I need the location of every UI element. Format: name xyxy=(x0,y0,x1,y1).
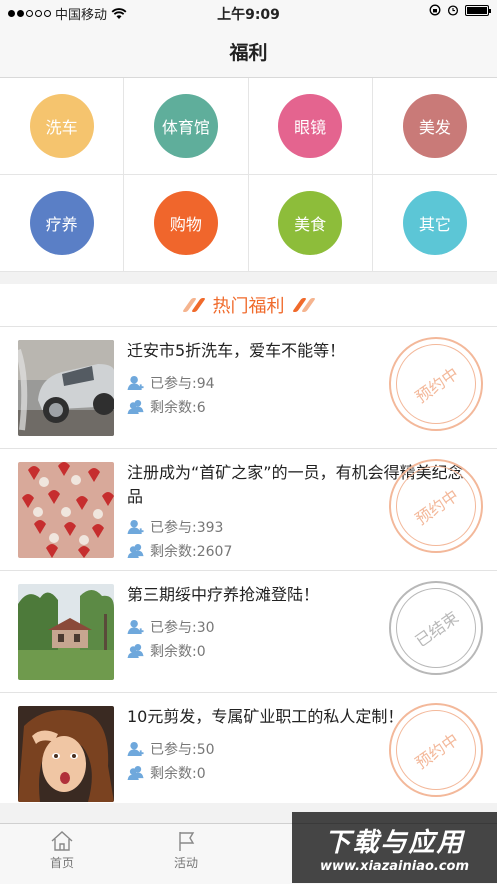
alarm-icon xyxy=(447,5,459,16)
remaining-count: 剩余数:0 xyxy=(127,641,206,661)
category-circle: 购物 xyxy=(153,191,218,255)
category-sanatorium[interactable]: 疗养 xyxy=(0,175,125,272)
status-bar: 中国移动 上午9:09 xyxy=(0,0,497,25)
list-item[interactable]: 迁安市5折洗车，爱车不能等！ 已参与:94 剩余数:6 预约中 xyxy=(0,327,497,449)
remaining-count: 剩余数:0 xyxy=(127,763,206,783)
user-plus-icon xyxy=(127,741,144,757)
rotation-lock-icon xyxy=(429,4,441,16)
status-text: 预约中 xyxy=(411,485,462,529)
category-circle: 眼镜 xyxy=(278,94,343,158)
gift-boxes-thumbnail xyxy=(18,462,114,558)
category-circle: 美发 xyxy=(402,94,467,158)
hot-section-header: 热门福利 xyxy=(0,284,497,327)
user-plus-icon xyxy=(127,519,144,535)
status-stamp: 已结束 xyxy=(389,581,483,675)
sanatorium-thumbnail xyxy=(18,584,114,680)
list-item[interactable]: 注册成为“首矿之家”的一员，有机会得精美纪念品 已参与:393 剩余数:2607… xyxy=(0,449,497,571)
joined-count: 已参与:94 xyxy=(127,373,215,393)
category-label: 美发 xyxy=(418,118,451,137)
remaining-count: 剩余数:6 xyxy=(127,397,206,417)
category-car-wash[interactable]: 洗车 xyxy=(0,78,125,175)
category-circle: 美食 xyxy=(278,191,343,255)
remaining-text: 剩余数:6 xyxy=(150,400,206,416)
watermark: 下载与应用 www.xiazainiao.com xyxy=(292,812,497,883)
tab-label: 首页 xyxy=(49,856,74,870)
category-food[interactable]: 美食 xyxy=(248,175,373,272)
watermark-url: www.xiazainiao.com xyxy=(319,858,470,874)
haircut-thumbnail xyxy=(18,706,114,802)
list-item[interactable]: 10元剪发，专属矿业职工的私人定制！ 已参与:50 剩余数:0 预约中 xyxy=(0,693,497,803)
car-wash-thumbnail xyxy=(18,340,114,436)
tab-label: 活动 xyxy=(173,856,198,870)
category-hair[interactable]: 美发 xyxy=(372,78,497,175)
section-title: 热门福利 xyxy=(212,296,285,317)
users-icon xyxy=(127,543,144,559)
category-shopping[interactable]: 购物 xyxy=(124,175,249,272)
joined-count: 已参与:50 xyxy=(127,739,215,759)
status-stamp: 预约中 xyxy=(389,459,483,553)
category-circle: 体育馆 xyxy=(153,94,218,158)
page-title: 福利 xyxy=(229,41,268,64)
tab-activity[interactable]: 活动 xyxy=(146,830,226,871)
joined-count: 已参与:393 xyxy=(127,517,223,537)
watermark-text: 下载与应用 xyxy=(324,827,465,858)
category-label: 美食 xyxy=(294,215,327,234)
status-text: 已结束 xyxy=(411,607,462,651)
list-item[interactable]: 第三期绥中疗养抢滩登陆！ 已参与:30 剩余数:0 已结束 xyxy=(0,571,497,693)
status-text: 预约中 xyxy=(411,363,462,407)
user-plus-icon xyxy=(127,619,144,635)
joined-count: 已参与:30 xyxy=(127,617,215,637)
category-label: 洗车 xyxy=(45,118,78,137)
remaining-text: 剩余数:0 xyxy=(150,766,206,782)
users-icon xyxy=(127,399,144,415)
remaining-text: 剩余数:2607 xyxy=(150,544,233,560)
joined-text: 已参与:50 xyxy=(150,742,215,758)
status-text: 预约中 xyxy=(411,729,462,773)
user-plus-icon xyxy=(127,375,144,391)
category-gym[interactable]: 体育馆 xyxy=(124,78,249,175)
remaining-count: 剩余数:2607 xyxy=(127,541,232,561)
status-stamp: 预约中 xyxy=(389,703,483,797)
remaining-text: 剩余数:0 xyxy=(150,644,206,660)
joined-text: 已参与:30 xyxy=(150,620,215,636)
slash-decoration-icon xyxy=(181,298,206,312)
status-stamp: 预约中 xyxy=(389,337,483,431)
battery-icon xyxy=(465,4,491,16)
clock: 上午9:09 xyxy=(217,7,280,23)
category-label: 其它 xyxy=(418,215,451,234)
category-label: 眼镜 xyxy=(294,118,327,137)
home-icon xyxy=(51,831,73,851)
joined-text: 已参与:393 xyxy=(150,520,224,536)
category-label: 疗养 xyxy=(45,215,78,234)
welfare-list: 迁安市5折洗车，爱车不能等！ 已参与:94 剩余数:6 预约中 注册成为“首矿之… xyxy=(0,327,497,803)
joined-text: 已参与:94 xyxy=(150,376,215,392)
slash-decoration-icon xyxy=(291,298,316,312)
category-circle: 疗养 xyxy=(29,191,94,255)
users-icon xyxy=(127,765,144,781)
tab-home[interactable]: 首页 xyxy=(22,830,102,871)
navigation-bar: 福利 xyxy=(0,25,497,78)
flag-icon xyxy=(179,832,195,851)
category-other[interactable]: 其它 xyxy=(372,175,497,272)
users-icon xyxy=(127,643,144,659)
category-circle: 洗车 xyxy=(29,94,94,158)
category-glasses[interactable]: 眼镜 xyxy=(248,78,373,175)
category-label: 购物 xyxy=(169,215,202,234)
category-grid: 洗车 体育馆 眼镜 美发 疗养 购物 美食 其它 xyxy=(0,78,497,272)
category-circle: 其它 xyxy=(402,191,467,255)
category-label: 体育馆 xyxy=(161,118,210,137)
